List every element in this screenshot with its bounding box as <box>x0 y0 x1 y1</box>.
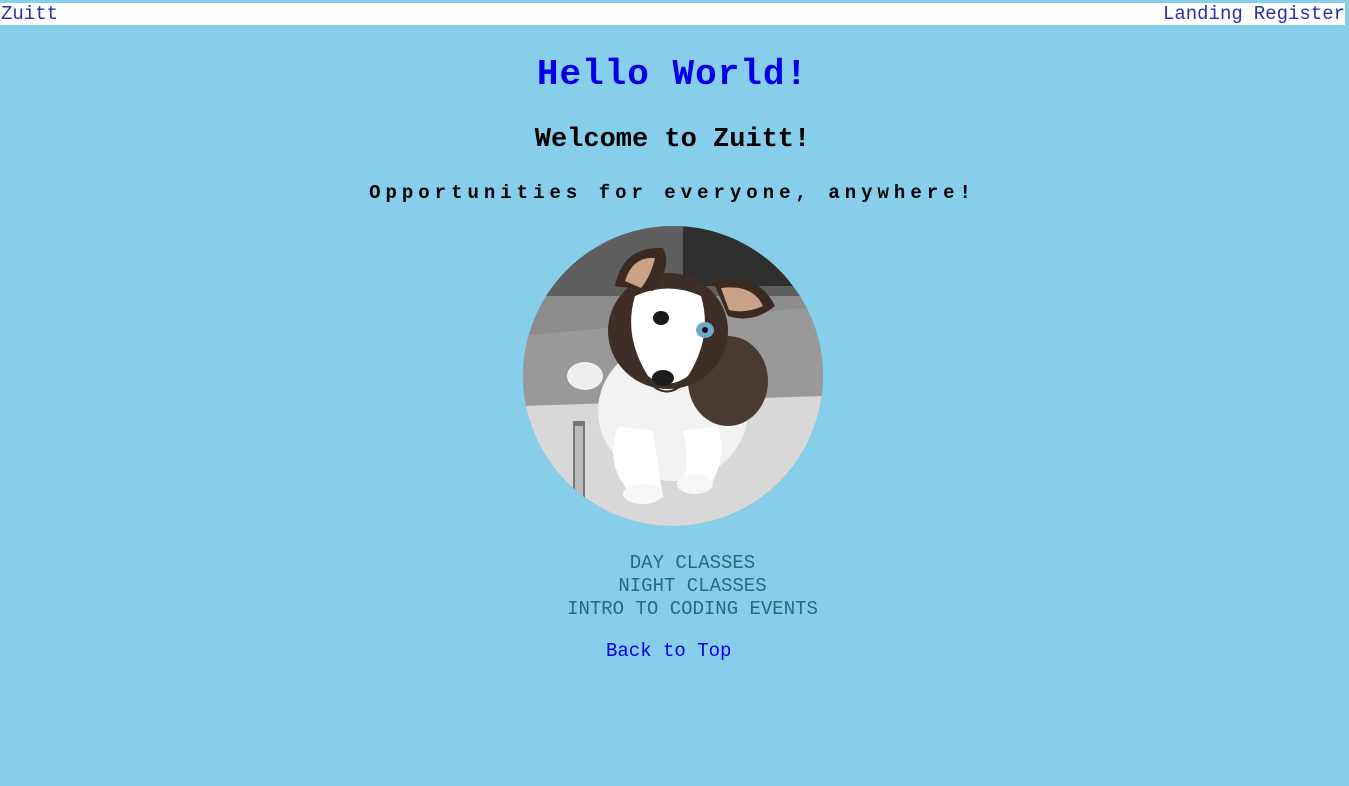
back-to-top-link[interactable]: Back to Top <box>606 640 731 662</box>
list-item-night-classes: NIGHT CLASSES <box>618 575 767 597</box>
page-title: Hello World! <box>536 54 809 95</box>
navbar: Zuitt Landing Register <box>0 3 1345 25</box>
list-item-day-classes: DAY CLASSES <box>629 552 756 574</box>
nav-link-landing[interactable]: Landing <box>1163 3 1243 25</box>
tagline: Opportunities for everyone, anywhere! <box>369 182 976 204</box>
puppy-image <box>523 226 823 526</box>
class-list: DAY CLASSES NIGHT CLASSES INTRO TO CODIN… <box>0 552 1349 621</box>
nav-links: Landing Register <box>1163 3 1345 25</box>
puppy-photo <box>523 226 823 526</box>
welcome-heading: Welcome to Zuitt! <box>534 125 811 155</box>
list-item-intro-coding: INTRO TO CODING EVENTS <box>567 598 818 620</box>
nav-link-register[interactable]: Register <box>1254 3 1345 25</box>
brand-link[interactable]: Zuitt <box>0 3 58 25</box>
